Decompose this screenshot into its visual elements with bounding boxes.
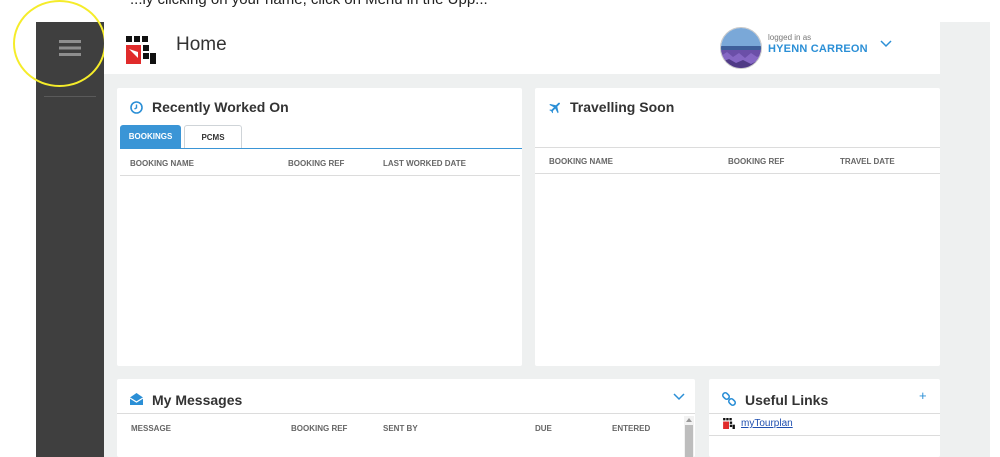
top-header: Home logged in as HYENN CARREON: [104, 22, 940, 74]
avatar-image: [721, 28, 761, 68]
chevron-down-icon[interactable]: [880, 40, 892, 48]
envelope-icon: [129, 393, 144, 405]
top-instruction-strip: ...ly clicking on your name, click on Me…: [0, 0, 1000, 22]
tab-underline: [120, 148, 522, 149]
menu-button[interactable]: [36, 22, 104, 74]
travelling-soon-panel: [535, 88, 940, 366]
header-divider: [535, 173, 940, 174]
scroll-up-arrow-icon[interactable]: [686, 418, 692, 422]
tourplan-logo-small: [723, 418, 735, 429]
recently-worked-on-title: Recently Worked On: [152, 99, 289, 115]
column-header-sent-by: SENT BY: [383, 424, 418, 433]
sidebar: [36, 22, 104, 457]
instruction-text: ...ly clicking on your name, click on Me…: [130, 0, 488, 8]
column-header-booking-name: BOOKING NAME: [130, 159, 194, 168]
tab-bookings[interactable]: BOOKINGS: [120, 125, 181, 148]
avatar[interactable]: [720, 27, 762, 69]
messages-scrollbar[interactable]: [684, 416, 694, 457]
column-header-travel-date: TRAVEL DATE: [840, 157, 895, 166]
useful-links-title: Useful Links: [745, 392, 829, 408]
column-header-booking-ref: BOOKING REF: [728, 157, 785, 166]
link-mytourplan[interactable]: myTourplan: [741, 418, 793, 429]
panel-divider: [117, 413, 695, 414]
airplane-icon: [549, 102, 560, 114]
chevron-down-icon[interactable]: [673, 393, 685, 401]
scroll-thumb[interactable]: [685, 425, 693, 457]
page-title: Home: [176, 34, 227, 55]
add-link-button[interactable]: +: [919, 388, 927, 403]
hamburger-icon: [59, 40, 81, 56]
username[interactable]: HYENN CARREON: [768, 43, 868, 55]
clock-icon: [130, 101, 143, 114]
column-header-last-worked-date: LAST WORKED DATE: [383, 159, 466, 168]
header-divider: [120, 175, 520, 176]
my-messages-panel: [117, 379, 695, 457]
column-header-booking-ref: BOOKING REF: [291, 424, 348, 433]
link-icon: [721, 391, 737, 407]
column-header-booking-name: BOOKING NAME: [549, 157, 613, 166]
column-header-message: MESSAGE: [131, 424, 172, 433]
panel-divider: [535, 147, 940, 148]
logged-in-label: logged in as: [768, 33, 812, 42]
column-header-booking-ref: BOOKING REF: [288, 159, 345, 168]
tab-pcms[interactable]: PCMS: [184, 125, 242, 148]
column-header-due: DUE: [535, 424, 552, 433]
sidebar-divider: [44, 96, 96, 97]
tourplan-logo: [126, 36, 156, 64]
link-divider: [709, 435, 940, 436]
panel-divider: [709, 413, 940, 414]
column-header-entered: ENTERED: [612, 424, 651, 433]
my-messages-title: My Messages: [152, 392, 243, 408]
travelling-soon-title: Travelling Soon: [570, 99, 675, 115]
